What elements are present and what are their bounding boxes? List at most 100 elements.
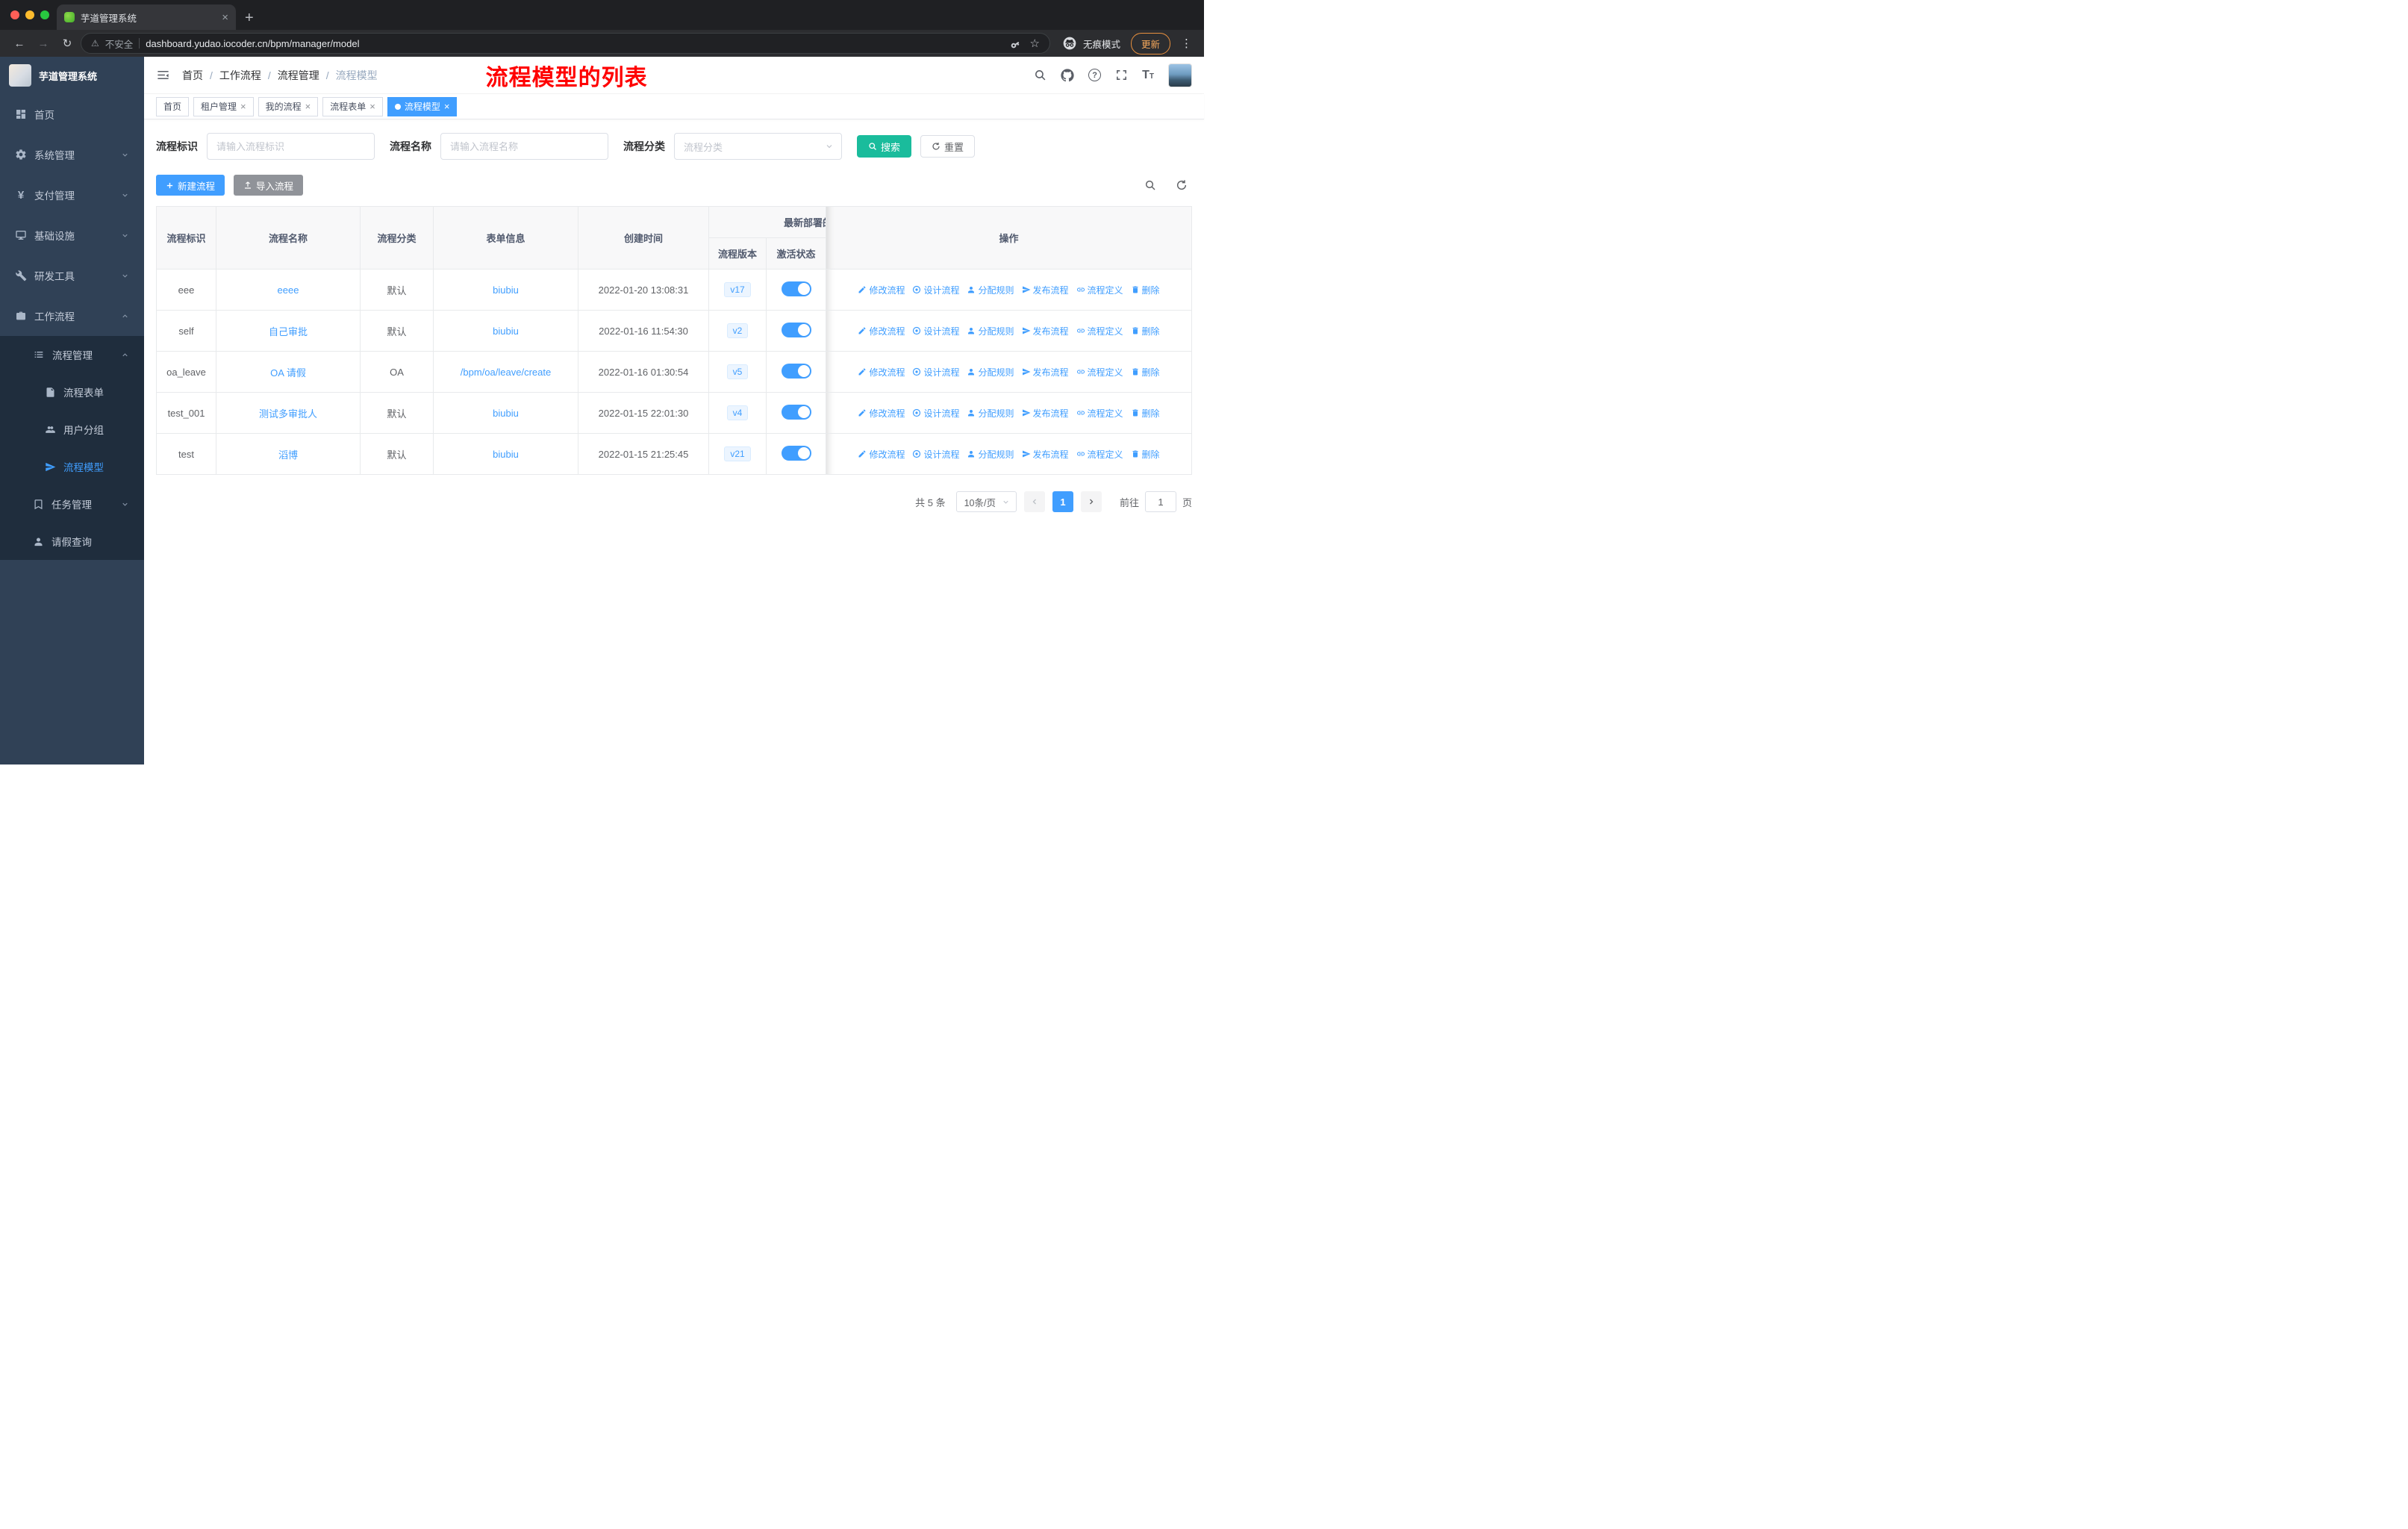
action-assign-rule[interactable]: 分配规则 [967,325,1014,337]
action-delete[interactable]: 删除 [1131,284,1160,296]
sidebar-item-process-model[interactable]: 流程模型 [0,448,144,485]
active-toggle[interactable] [781,281,811,296]
form-info-link[interactable]: biubiu [493,284,519,296]
github-icon[interactable] [1061,68,1074,82]
action-design-process[interactable]: 设计流程 [912,325,959,337]
action-edit-process[interactable]: 修改流程 [858,284,905,296]
action-delete[interactable]: 删除 [1131,366,1160,379]
action-design-process[interactable]: 设计流程 [912,448,959,461]
sidebar-logo[interactable]: 芋道管理系统 [0,57,144,94]
create-process-button[interactable]: 新建流程 [156,175,225,196]
font-size-icon[interactable]: TT [1142,69,1154,81]
tag-process-form[interactable]: 流程表单 × [322,96,383,116]
reload-button[interactable]: ↻ [57,37,78,50]
form-info-link[interactable]: biubiu [493,408,519,419]
filter-name-input[interactable] [440,133,608,160]
goto-page-input[interactable] [1144,491,1176,512]
action-process-definition[interactable]: 流程定义 [1076,448,1123,461]
next-page-button[interactable] [1080,491,1102,512]
sidebar-item-workflow[interactable]: 工作流程 [0,296,144,336]
active-toggle[interactable] [781,445,811,461]
action-design-process[interactable]: 设计流程 [912,366,959,379]
sidebar-item-process-management[interactable]: 流程管理 [0,336,144,373]
tag-close-icon[interactable]: × [369,102,375,111]
process-name-link[interactable]: 测试多审批人 [259,408,317,420]
tag-my-process[interactable]: 我的流程 × [258,96,319,116]
filter-key-input[interactable] [207,133,375,160]
reset-button[interactable]: 重置 [920,135,976,158]
breadcrumb-home[interactable]: 首页 [182,68,203,83]
sidebar-item-infra[interactable]: 基础设施 [0,215,144,255]
action-publish-process[interactable]: 发布流程 [1022,366,1069,379]
breadcrumb-workflow[interactable]: 工作流程 [219,68,261,83]
action-design-process[interactable]: 设计流程 [912,284,959,296]
new-tab-button[interactable]: + [245,10,254,25]
action-publish-process[interactable]: 发布流程 [1022,407,1069,420]
sidebar-collapse-icon[interactable] [156,68,170,82]
form-info-link[interactable]: biubiu [493,326,519,337]
sidebar-item-process-form[interactable]: 流程表单 [0,373,144,411]
forward-button[interactable]: → [33,37,54,50]
sidebar-item-system[interactable]: 系统管理 [0,134,144,175]
tag-close-icon[interactable]: × [240,102,246,111]
process-name-link[interactable]: eeee [278,284,299,296]
tab-close-icon[interactable]: × [222,12,228,23]
window-minimize-button[interactable] [25,10,34,19]
action-assign-rule[interactable]: 分配规则 [967,284,1014,296]
bookmark-star-icon[interactable]: ☆ [1030,37,1040,50]
action-process-definition[interactable]: 流程定义 [1076,284,1123,296]
back-button[interactable]: ← [9,37,30,50]
action-assign-rule[interactable]: 分配规则 [967,448,1014,461]
action-delete[interactable]: 删除 [1131,448,1160,461]
user-avatar[interactable] [1168,63,1192,87]
action-publish-process[interactable]: 发布流程 [1022,448,1069,461]
current-page-button[interactable]: 1 [1052,491,1073,512]
action-edit-process[interactable]: 修改流程 [858,325,905,337]
address-bar[interactable]: ⚠ 不安全 dashboard.yudao.iocoder.cn/bpm/man… [81,33,1050,54]
action-publish-process[interactable]: 发布流程 [1022,325,1069,337]
process-name-link[interactable]: 滔博 [278,449,298,461]
password-key-icon[interactable] [1009,37,1021,49]
action-process-definition[interactable]: 流程定义 [1076,325,1123,337]
action-delete[interactable]: 删除 [1131,407,1160,420]
tag-close-icon[interactable]: × [444,102,450,111]
tag-process-model[interactable]: 流程模型 × [387,96,458,116]
filter-category-select[interactable]: 流程分类 [674,133,842,160]
action-process-definition[interactable]: 流程定义 [1076,366,1123,379]
refresh-table-icon[interactable] [1176,179,1188,191]
process-name-link[interactable]: OA 请假 [270,367,306,379]
active-toggle[interactable] [781,322,811,337]
update-button[interactable]: 更新 [1130,32,1170,55]
help-icon[interactable]: ? [1088,69,1102,81]
window-close-button[interactable] [10,10,19,19]
sidebar-item-user-group[interactable]: 用户分组 [0,411,144,448]
tag-home[interactable]: 首页 [156,96,190,116]
page-size-select[interactable]: 10条/页 [955,491,1017,512]
action-design-process[interactable]: 设计流程 [912,407,959,420]
form-info-link[interactable]: biubiu [493,449,519,460]
action-publish-process[interactable]: 发布流程 [1022,284,1069,296]
import-process-button[interactable]: 导入流程 [234,175,304,196]
active-toggle[interactable] [781,363,811,379]
sidebar-item-leave-query[interactable]: 请假查询 [0,523,144,560]
action-edit-process[interactable]: 修改流程 [858,366,905,379]
toggle-search-icon[interactable] [1144,179,1156,191]
breadcrumb-process-management[interactable]: 流程管理 [278,68,319,83]
sidebar-item-devtools[interactable]: 研发工具 [0,255,144,296]
fullscreen-icon[interactable] [1115,69,1128,81]
window-zoom-button[interactable] [40,10,49,19]
prev-page-button[interactable] [1023,491,1045,512]
tag-tenant[interactable]: 租户管理 × [193,96,254,116]
action-delete[interactable]: 删除 [1131,325,1160,337]
action-assign-rule[interactable]: 分配规则 [967,366,1014,379]
action-edit-process[interactable]: 修改流程 [858,407,905,420]
form-info-link[interactable]: /bpm/oa/leave/create [461,367,551,378]
active-toggle[interactable] [781,404,811,420]
sidebar-item-task-management[interactable]: 任务管理 [0,485,144,523]
search-icon[interactable] [1034,69,1047,81]
sidebar-item-payment[interactable]: ¥ 支付管理 [0,175,144,215]
browser-menu-icon[interactable]: ⋮ [1181,37,1192,50]
browser-tab[interactable]: 芋道管理系统 × [57,4,236,30]
tag-close-icon[interactable]: × [305,102,311,111]
process-name-link[interactable]: 自己审批 [269,326,308,337]
